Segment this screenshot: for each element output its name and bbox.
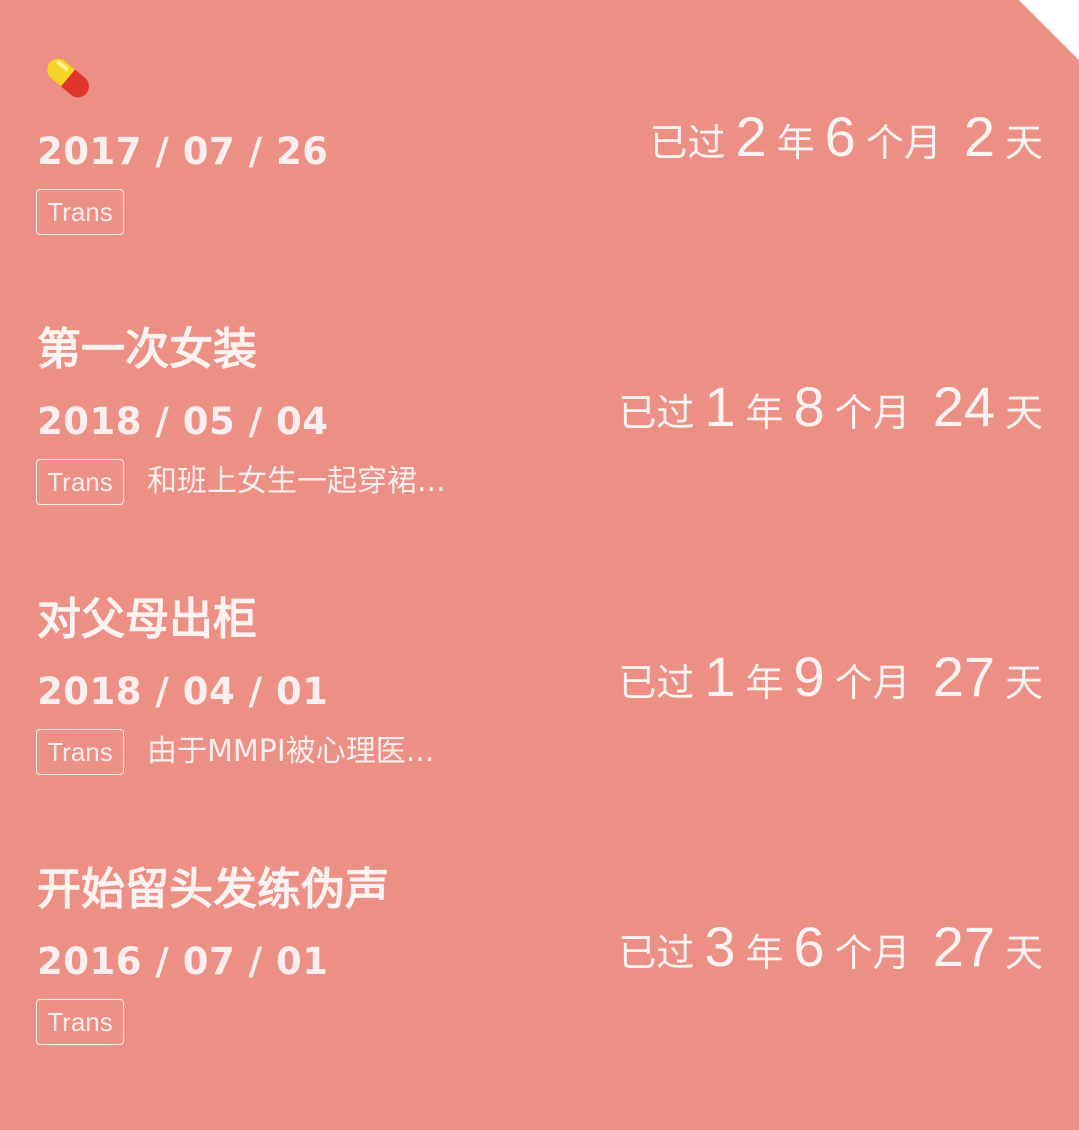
entry-date: 2018 / 04 / 01 bbox=[37, 670, 329, 713]
tag-badge[interactable]: Trans bbox=[36, 729, 124, 775]
tag-badge[interactable]: Trans bbox=[36, 189, 124, 235]
pill-icon bbox=[40, 50, 92, 102]
entry-date: 2018 / 05 / 04 bbox=[37, 400, 329, 443]
list-item[interactable]: 2017 / 07 / 26 Trans 已过 2 年 6 个月 2 天 bbox=[0, 50, 1079, 320]
elapsed-time: 已过 1 年 9 个月 27 天 bbox=[618, 645, 1043, 708]
entry-title: 第一次女装 bbox=[37, 324, 257, 375]
entry-note: 由于MMPI被心理医... bbox=[147, 734, 435, 769]
list-item[interactable]: 开始留头发练伪声 2016 / 07 / 01 Trans 已过 3 年 6 个… bbox=[0, 860, 1079, 1130]
tag-badge[interactable]: Trans bbox=[36, 459, 124, 505]
entry-title: 开始留头发练伪声 bbox=[37, 864, 389, 915]
entry-date: 2016 / 07 / 01 bbox=[37, 940, 329, 983]
elapsed-time: 已过 1 年 8 个月 24 天 bbox=[618, 375, 1043, 438]
entry-note: 和班上女生一起穿裙... bbox=[147, 464, 446, 499]
entry-date: 2017 / 07 / 26 bbox=[37, 130, 329, 173]
list-item[interactable]: 第一次女装 2018 / 05 / 04 Trans 和班上女生一起穿裙... … bbox=[0, 320, 1079, 590]
elapsed-time: 已过 2 年 6 个月 2 天 bbox=[649, 105, 1043, 168]
list-item[interactable]: 对父母出柜 2018 / 04 / 01 Trans 由于MMPI被心理医...… bbox=[0, 590, 1079, 860]
elapsed-time: 已过 3 年 6 个月 27 天 bbox=[618, 915, 1043, 978]
tag-badge[interactable]: Trans bbox=[36, 999, 124, 1045]
entry-title: 对父母出柜 bbox=[37, 594, 257, 645]
